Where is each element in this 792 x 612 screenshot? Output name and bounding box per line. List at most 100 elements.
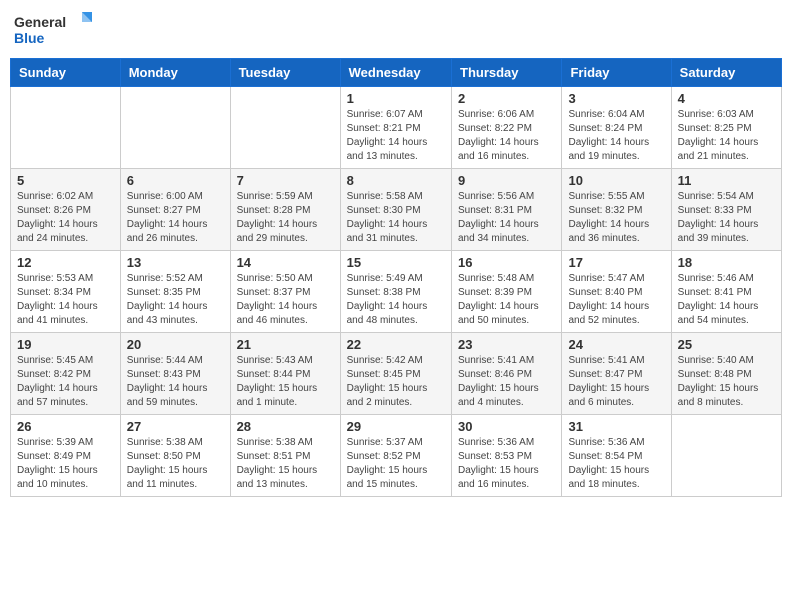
day-number: 9 (458, 173, 555, 188)
day-number: 8 (347, 173, 445, 188)
calendar-cell: 3 Sunrise: 6:04 AM Sunset: 8:24 PM Daylig… (562, 87, 671, 169)
day-number: 14 (237, 255, 334, 270)
calendar-week-row: 5 Sunrise: 6:02 AM Sunset: 8:26 PM Daylig… (11, 169, 782, 251)
day-number: 13 (127, 255, 224, 270)
calendar-cell: 21Sunrise: 5:43 AM Sunset: 8:44 PM Dayli… (230, 333, 340, 415)
day-number: 17 (568, 255, 664, 270)
calendar-cell: 9 Sunrise: 5:56 AM Sunset: 8:31 PM Daylig… (452, 169, 562, 251)
day-number: 19 (17, 337, 114, 352)
calendar-cell: 26 Sunrise: 5:39 AM Sunset: 8:49 PM Dayli… (11, 415, 121, 497)
calendar-cell: 30 Sunrise: 5:36 AM Sunset: 8:53 PM Dayli… (452, 415, 562, 497)
day-detail: Sunrise: 5:49 AM Sunset: 8:38 PM Dayligh… (347, 272, 445, 328)
day-detail: Sunrise: 6:00 AM Sunset: 8:27 PM Dayligh… (127, 190, 224, 246)
calendar-cell: 24 Sunrise: 5:41 AM Sunset: 8:47 PM Dayli… (562, 333, 671, 415)
day-number: 23 (458, 337, 555, 352)
day-detail: Sunrise: 6:02 AM Sunset: 8:26 PM Dayligh… (17, 190, 114, 246)
weekday-header: Thursday (452, 59, 562, 87)
page-header: General Blue (10, 10, 782, 50)
svg-text:General: General (14, 14, 66, 30)
calendar-cell: 5 Sunrise: 6:02 AM Sunset: 8:26 PM Daylig… (11, 169, 121, 251)
calendar-cell: 29Sunrise: 5:37 AM Sunset: 8:52 PM Dayli… (340, 415, 451, 497)
calendar-week-row: 12Sunrise: 5:53 AM Sunset: 8:34 PM Dayli… (11, 251, 782, 333)
day-number: 31 (568, 419, 664, 434)
day-number: 28 (237, 419, 334, 434)
day-detail: Sunrise: 5:56 AM Sunset: 8:31 PM Dayligh… (458, 190, 555, 246)
day-number: 24 (568, 337, 664, 352)
day-detail: Sunrise: 5:41 AM Sunset: 8:46 PM Dayligh… (458, 354, 555, 410)
day-detail: Sunrise: 5:36 AM Sunset: 8:53 PM Dayligh… (458, 436, 555, 492)
day-number: 6 (127, 173, 224, 188)
weekday-header: Tuesday (230, 59, 340, 87)
day-detail: Sunrise: 5:59 AM Sunset: 8:28 PM Dayligh… (237, 190, 334, 246)
calendar-week-row: 1 Sunrise: 6:07 AM Sunset: 8:21 PM Daylig… (11, 87, 782, 169)
calendar-cell: 8 Sunrise: 5:58 AM Sunset: 8:30 PM Daylig… (340, 169, 451, 251)
calendar-cell: 31 Sunrise: 5:36 AM Sunset: 8:54 PM Dayli… (562, 415, 671, 497)
day-number: 29 (347, 419, 445, 434)
day-detail: Sunrise: 5:50 AM Sunset: 8:37 PM Dayligh… (237, 272, 334, 328)
calendar-cell: 28Sunrise: 5:38 AM Sunset: 8:51 PM Dayli… (230, 415, 340, 497)
day-number: 3 (568, 91, 664, 106)
day-number: 26 (17, 419, 114, 434)
day-detail: Sunrise: 5:36 AM Sunset: 8:54 PM Dayligh… (568, 436, 664, 492)
day-number: 27 (127, 419, 224, 434)
day-detail: Sunrise: 5:58 AM Sunset: 8:30 PM Dayligh… (347, 190, 445, 246)
day-number: 16 (458, 255, 555, 270)
calendar-week-row: 19 Sunrise: 5:45 AM Sunset: 8:42 PM Dayli… (11, 333, 782, 415)
day-detail: Sunrise: 6:03 AM Sunset: 8:25 PM Dayligh… (678, 108, 775, 164)
day-number: 30 (458, 419, 555, 434)
calendar-table: SundayMondayTuesdayWednesdayThursdayFrid… (10, 58, 782, 497)
weekday-header: Monday (120, 59, 230, 87)
calendar-cell: 19 Sunrise: 5:45 AM Sunset: 8:42 PM Dayli… (11, 333, 121, 415)
calendar-cell: 15 Sunrise: 5:49 AM Sunset: 8:38 PM Dayli… (340, 251, 451, 333)
calendar-cell (230, 87, 340, 169)
calendar-cell (11, 87, 121, 169)
day-number: 4 (678, 91, 775, 106)
day-number: 18 (678, 255, 775, 270)
day-detail: Sunrise: 6:07 AM Sunset: 8:21 PM Dayligh… (347, 108, 445, 164)
day-number: 10 (568, 173, 664, 188)
day-detail: Sunrise: 5:43 AM Sunset: 8:44 PM Dayligh… (237, 354, 334, 410)
calendar-week-row: 26 Sunrise: 5:39 AM Sunset: 8:49 PM Dayli… (11, 415, 782, 497)
calendar-cell: 20 Sunrise: 5:44 AM Sunset: 8:43 PM Dayli… (120, 333, 230, 415)
day-detail: Sunrise: 5:52 AM Sunset: 8:35 PM Dayligh… (127, 272, 224, 328)
calendar-cell: 11 Sunrise: 5:54 AM Sunset: 8:33 PM Dayli… (671, 169, 781, 251)
calendar-cell: 16 Sunrise: 5:48 AM Sunset: 8:39 PM Dayli… (452, 251, 562, 333)
calendar-cell: 14 Sunrise: 5:50 AM Sunset: 8:37 PM Dayli… (230, 251, 340, 333)
day-number: 22 (347, 337, 445, 352)
day-number: 11 (678, 173, 775, 188)
weekday-header: Friday (562, 59, 671, 87)
day-number: 20 (127, 337, 224, 352)
calendar-cell: 17 Sunrise: 5:47 AM Sunset: 8:40 PM Dayli… (562, 251, 671, 333)
day-detail: Sunrise: 6:04 AM Sunset: 8:24 PM Dayligh… (568, 108, 664, 164)
calendar-cell: 6 Sunrise: 6:00 AM Sunset: 8:27 PM Daylig… (120, 169, 230, 251)
day-number: 1 (347, 91, 445, 106)
day-detail: Sunrise: 5:47 AM Sunset: 8:40 PM Dayligh… (568, 272, 664, 328)
calendar-cell (671, 415, 781, 497)
day-detail: Sunrise: 5:44 AM Sunset: 8:43 PM Dayligh… (127, 354, 224, 410)
day-detail: Sunrise: 5:55 AM Sunset: 8:32 PM Dayligh… (568, 190, 664, 246)
calendar-cell: 13 Sunrise: 5:52 AM Sunset: 8:35 PM Dayli… (120, 251, 230, 333)
calendar-cell: 12Sunrise: 5:53 AM Sunset: 8:34 PM Dayli… (11, 251, 121, 333)
day-detail: Sunrise: 6:06 AM Sunset: 8:22 PM Dayligh… (458, 108, 555, 164)
day-detail: Sunrise: 5:39 AM Sunset: 8:49 PM Dayligh… (17, 436, 114, 492)
calendar-cell: 7 Sunrise: 5:59 AM Sunset: 8:28 PM Daylig… (230, 169, 340, 251)
day-detail: Sunrise: 5:48 AM Sunset: 8:39 PM Dayligh… (458, 272, 555, 328)
day-detail: Sunrise: 5:53 AM Sunset: 8:34 PM Dayligh… (17, 272, 114, 328)
day-detail: Sunrise: 5:45 AM Sunset: 8:42 PM Dayligh… (17, 354, 114, 410)
calendar-cell: 27 Sunrise: 5:38 AM Sunset: 8:50 PM Dayli… (120, 415, 230, 497)
day-detail: Sunrise: 5:41 AM Sunset: 8:47 PM Dayligh… (568, 354, 664, 410)
day-number: 7 (237, 173, 334, 188)
calendar-cell: 23 Sunrise: 5:41 AM Sunset: 8:46 PM Dayli… (452, 333, 562, 415)
day-number: 5 (17, 173, 114, 188)
day-number: 15 (347, 255, 445, 270)
calendar-cell: 25Sunrise: 5:40 AM Sunset: 8:48 PM Dayli… (671, 333, 781, 415)
weekday-header: Saturday (671, 59, 781, 87)
calendar-cell: 2Sunrise: 6:06 AM Sunset: 8:22 PM Daylig… (452, 87, 562, 169)
day-detail: Sunrise: 5:40 AM Sunset: 8:48 PM Dayligh… (678, 354, 775, 410)
calendar-cell: 10 Sunrise: 5:55 AM Sunset: 8:32 PM Dayli… (562, 169, 671, 251)
calendar-cell: 22Sunrise: 5:42 AM Sunset: 8:45 PM Dayli… (340, 333, 451, 415)
weekday-header-row: SundayMondayTuesdayWednesdayThursdayFrid… (11, 59, 782, 87)
day-detail: Sunrise: 5:54 AM Sunset: 8:33 PM Dayligh… (678, 190, 775, 246)
day-detail: Sunrise: 5:38 AM Sunset: 8:50 PM Dayligh… (127, 436, 224, 492)
day-detail: Sunrise: 5:46 AM Sunset: 8:41 PM Dayligh… (678, 272, 775, 328)
